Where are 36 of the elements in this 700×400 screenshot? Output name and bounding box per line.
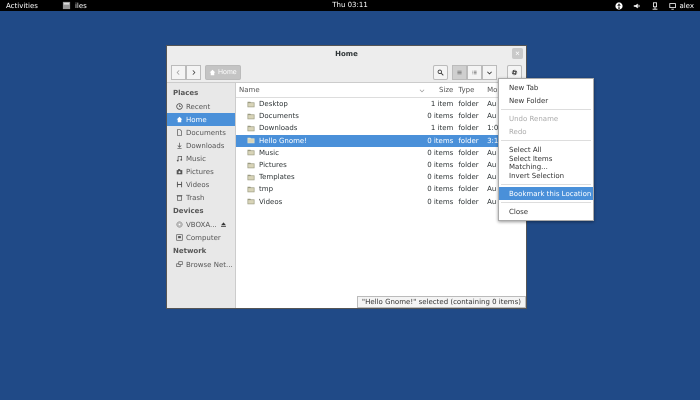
folder-icon	[247, 149, 255, 156]
music-note-icon	[176, 155, 183, 162]
folder-icon	[247, 198, 255, 206]
trash-icon	[176, 194, 183, 201]
chevron-left-icon	[175, 68, 182, 76]
sort-caret-icon	[418, 86, 426, 94]
caret-icon	[486, 68, 493, 76]
view-options-button[interactable]	[482, 64, 497, 80]
home-icon	[176, 116, 183, 123]
download-icon	[176, 142, 183, 149]
folder-icon	[247, 137, 255, 144]
folder-icon	[247, 124, 255, 132]
chevron-right-icon	[190, 68, 197, 76]
forward-button[interactable]	[186, 64, 201, 80]
grid-view-button[interactable]	[467, 64, 482, 80]
folder-icon	[247, 186, 255, 193]
folder-icon	[247, 112, 255, 120]
gear-icon	[511, 68, 518, 76]
home-icon	[209, 68, 216, 76]
volume-icon	[633, 2, 642, 10]
folder-icon	[247, 100, 255, 108]
clock-icon	[176, 103, 183, 110]
computer-icon	[176, 234, 183, 241]
back-button[interactable]	[171, 64, 186, 80]
folder-icon	[247, 174, 255, 181]
app-icon	[62, 1, 71, 10]
list-icon	[456, 68, 463, 76]
folder-icon	[247, 162, 255, 169]
search-button[interactable]	[433, 64, 448, 80]
grid-icon	[471, 68, 478, 76]
disc-icon	[176, 221, 183, 228]
search-icon	[437, 68, 444, 76]
document-icon	[176, 129, 183, 136]
camera-icon	[176, 168, 183, 175]
film-icon	[176, 181, 183, 188]
settings-button[interactable]	[507, 64, 522, 80]
